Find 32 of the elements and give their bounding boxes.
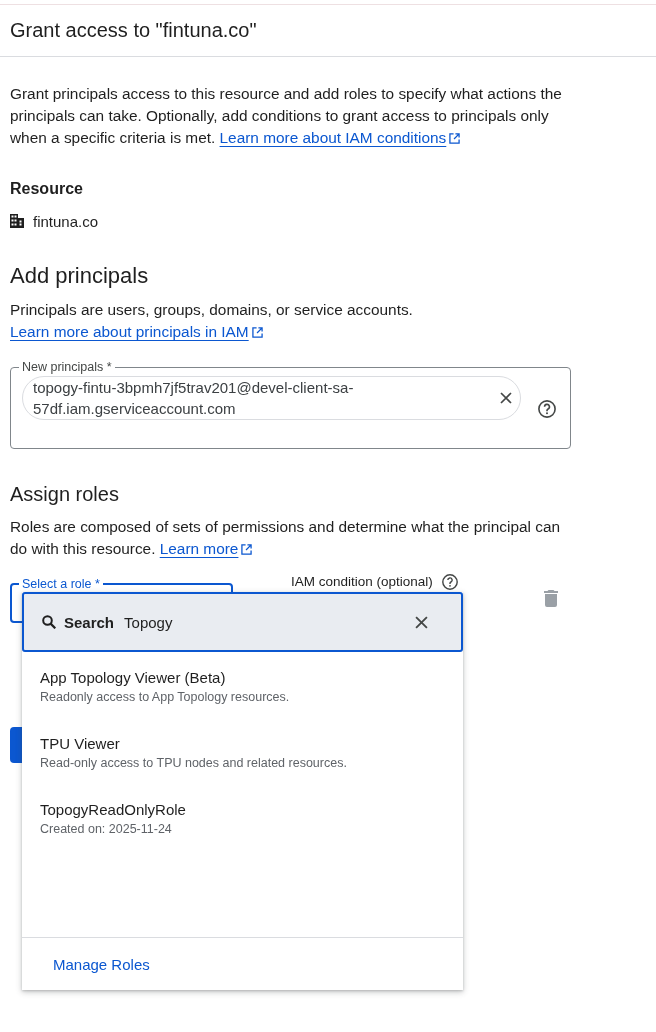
- section-heading: Resource: [10, 179, 83, 199]
- help-icon[interactable]: [538, 400, 556, 418]
- help-icon[interactable]: [441, 574, 458, 590]
- dialog-title: Grant access to "fintuna.co": [10, 19, 257, 42]
- role-option[interactable]: TopogyReadOnlyRole: [40, 800, 186, 820]
- learn-more-link[interactable]: Learn more about principals in IAM: [10, 323, 263, 340]
- role-description: Read-only access to TPU nodes and related resources.: [40, 755, 347, 772]
- role-option[interactable]: TPU Viewer: [40, 734, 120, 754]
- trash-icon[interactable]: [543, 590, 558, 607]
- role-description: Created on: 2025-11-24: [40, 821, 172, 838]
- search-icon: [42, 615, 56, 629]
- external-link-icon: [241, 544, 253, 555]
- role-option[interactable]: App Topology Viewer (Beta): [40, 668, 226, 688]
- resource-name: fintuna.co: [33, 212, 99, 230]
- manage-roles-link[interactable]: Manage Roles: [53, 955, 150, 973]
- learn-more-link[interactable]: Learn more: [159, 540, 253, 557]
- condition-label: IAM condition (optional): [291, 574, 433, 590]
- section-heading: Add principals: [10, 262, 149, 290]
- building-icon: [10, 214, 24, 228]
- section-heading: Assign roles: [10, 482, 119, 507]
- search-label: Search: [64, 613, 115, 631]
- external-link-icon: [251, 327, 263, 338]
- section-description: Principals are users, groups, domains, or service accounts. Learn more about principals in IAM: [10, 300, 414, 342]
- section-description: Roles are composed of sets of permissions and determine what the principal can do with this resource. Learn more: [10, 517, 562, 559]
- close-icon[interactable]: [500, 392, 512, 404]
- role-description: Readonly access to App Topology resources.: [40, 689, 290, 706]
- search-field[interactable]: Topogy: [124, 612, 405, 632]
- learn-more-link[interactable]: Learn more about IAM conditions: [219, 129, 461, 146]
- intro-text: Grant principals access to this resource and add roles to specify what actions the principals can take. Optionally, add conditions to grant access to principals only when a specific criteria is met. Learn more about IAM conditions: [10, 84, 563, 148]
- external-link-icon: [449, 133, 461, 144]
- principals-field[interactable]: New principals * topogy-fintu-3bpmh7jf5trav201@devel-client-sa-57df.iam.gserviceaccount.com: [10, 360, 571, 449]
- close-icon[interactable]: [415, 615, 428, 629]
